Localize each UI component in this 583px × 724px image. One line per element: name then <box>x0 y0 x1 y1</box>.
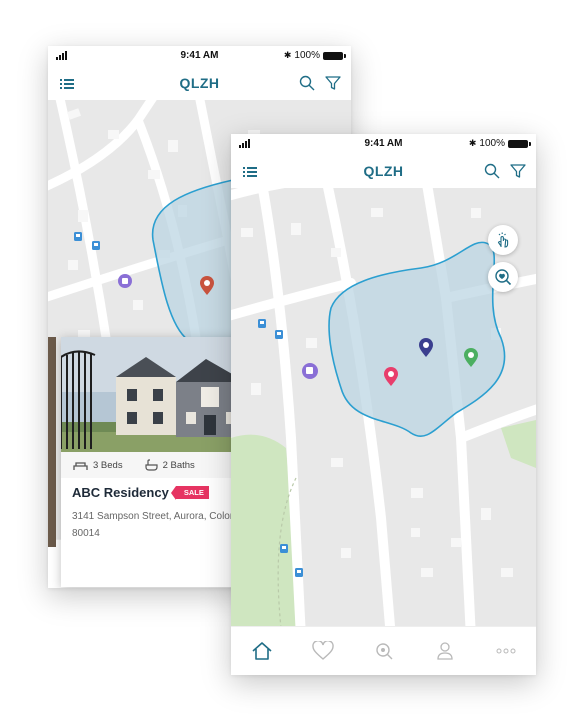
tab-bar <box>231 626 536 675</box>
heart-icon[interactable] <box>292 641 353 661</box>
beds-count: 3 Beds <box>93 459 123 471</box>
saved-search-icon[interactable] <box>488 262 518 292</box>
status-bar: 9:41 AM ✱ 100% <box>48 46 351 66</box>
search-icon[interactable] <box>484 163 500 184</box>
battery-percent: 100% <box>294 50 320 61</box>
property-pin-pink[interactable] <box>383 367 399 392</box>
property-pin-green[interactable] <box>463 348 479 373</box>
battery-percent: 100% <box>479 138 505 149</box>
search-icon[interactable] <box>299 75 315 96</box>
status-bar: 9:41 AM ✱ 100% <box>231 134 536 154</box>
user-icon[interactable] <box>414 641 475 661</box>
more-icon[interactable] <box>475 648 536 654</box>
nav-bar: QLZH <box>48 66 351 100</box>
bed-icon <box>73 461 88 470</box>
draw-gesture-icon[interactable] <box>488 225 518 255</box>
sale-badge: SALE <box>170 486 209 500</box>
nav-bar: QLZH <box>231 154 536 188</box>
property-pin[interactable] <box>199 276 215 301</box>
home-icon[interactable] <box>231 641 292 661</box>
map-view[interactable] <box>231 188 536 627</box>
property-pin-navy[interactable] <box>418 338 434 363</box>
battery-icon <box>508 139 531 148</box>
property-address: 3141 Sampson Street, Aurora, Colorado - … <box>72 511 256 539</box>
battery-icon <box>323 51 346 60</box>
phone-screen-front: 9:41 AM ✱ 100% QLZH <box>231 134 536 675</box>
property-name: ABC Residency <box>72 485 169 500</box>
adjacent-card-peek[interactable] <box>48 337 56 547</box>
filter-icon[interactable] <box>510 163 526 184</box>
filter-icon[interactable] <box>325 75 341 96</box>
search-pin-icon[interactable] <box>353 641 414 661</box>
baths-count: 2 Baths <box>162 459 195 471</box>
bath-icon <box>144 459 158 471</box>
